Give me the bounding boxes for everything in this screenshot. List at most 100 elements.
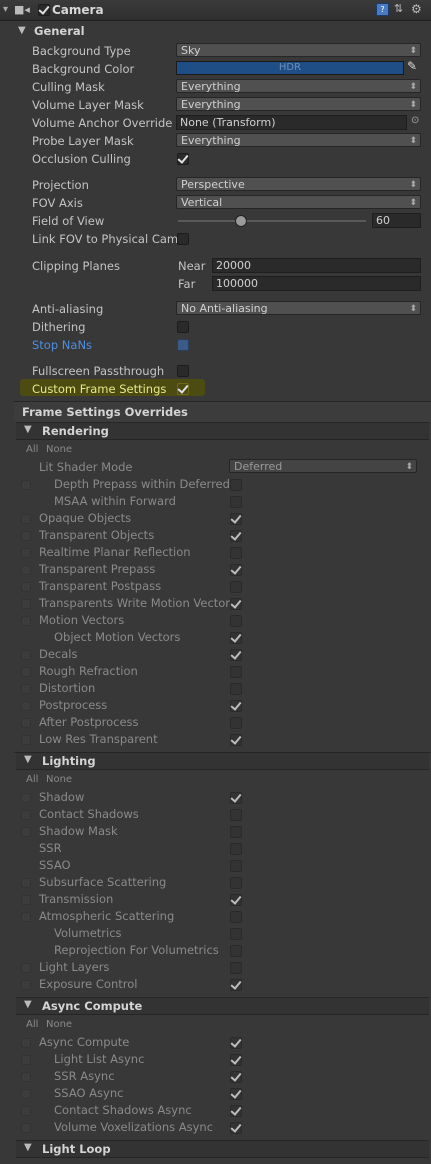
setting-checkbox[interactable]	[230, 581, 242, 593]
override-checkbox[interactable]	[21, 616, 31, 626]
projection-dropdown[interactable]: Perspective	[176, 177, 421, 192]
setting-checkbox[interactable]	[230, 877, 242, 889]
help-icon[interactable]: ?	[376, 3, 389, 16]
stop-nans-checkbox[interactable]	[177, 339, 189, 351]
override-checkbox[interactable]	[21, 1072, 31, 1082]
setting-checkbox[interactable]	[230, 683, 242, 695]
override-checkbox[interactable]	[21, 531, 31, 541]
override-checkbox[interactable]	[21, 684, 31, 694]
setting-checkbox[interactable]	[230, 513, 242, 525]
override-checkbox[interactable]	[21, 1123, 31, 1133]
rendering-none-button[interactable]: None	[46, 444, 72, 455]
override-checkbox[interactable]	[21, 718, 31, 728]
setting-checkbox[interactable]	[230, 530, 242, 542]
component-enabled-checkbox[interactable]	[38, 4, 50, 16]
override-checkbox[interactable]	[21, 565, 31, 575]
override-checkbox[interactable]	[21, 514, 31, 524]
setting-checkbox[interactable]	[230, 1071, 242, 1083]
setting-checkbox[interactable]	[230, 734, 242, 746]
preset-icon[interactable]: ⇅	[394, 2, 403, 15]
setting-checkbox[interactable]	[230, 860, 242, 872]
setting-checkbox[interactable]	[230, 632, 242, 644]
rendering-all-button[interactable]: All	[26, 444, 38, 455]
volume-layer-mask-dropdown[interactable]: Everything	[176, 97, 421, 112]
light-loop-foldout[interactable]: ▼ Light Loop	[16, 1140, 429, 1158]
dithering-checkbox[interactable]	[177, 321, 189, 333]
lighting-foldout[interactable]: ▼ Lighting	[16, 752, 429, 770]
override-checkbox[interactable]	[21, 701, 31, 711]
foldout-arrow-icon[interactable]: ▾	[3, 4, 8, 15]
setting-checkbox[interactable]	[230, 598, 242, 610]
fov-slider-track[interactable]	[178, 220, 366, 222]
far-field[interactable]: 100000	[212, 276, 421, 291]
setting-checkbox[interactable]	[230, 894, 242, 906]
override-checkbox[interactable]	[21, 827, 31, 837]
eyedropper-icon[interactable]: ✎	[407, 59, 417, 73]
setting-checkbox[interactable]	[230, 666, 242, 678]
general-foldout[interactable]: ▼ General	[16, 24, 431, 40]
lighting-all-button[interactable]: All	[26, 774, 38, 785]
override-checkbox[interactable]	[21, 1106, 31, 1116]
override-checkbox[interactable]	[21, 1089, 31, 1099]
fov-axis-dropdown[interactable]: Vertical	[176, 195, 421, 210]
background-type-dropdown[interactable]: Sky	[176, 43, 421, 58]
override-checkbox[interactable]	[21, 895, 31, 905]
fov-value-field[interactable]: 60	[372, 213, 421, 228]
override-checkbox[interactable]	[21, 582, 31, 592]
setting-checkbox[interactable]	[230, 1054, 242, 1066]
override-checkbox[interactable]	[21, 480, 31, 490]
setting-checkbox[interactable]	[230, 945, 242, 957]
lighting-none-button[interactable]: None	[46, 774, 72, 785]
override-checkbox[interactable]	[21, 735, 31, 745]
setting-checkbox[interactable]	[230, 615, 242, 627]
culling-mask-dropdown[interactable]: Everything	[176, 79, 421, 94]
override-checkbox[interactable]	[21, 878, 31, 888]
setting-checkbox[interactable]	[230, 649, 242, 661]
async-none-button[interactable]: None	[46, 1019, 72, 1030]
override-checkbox[interactable]	[21, 793, 31, 803]
setting-checkbox[interactable]	[230, 928, 242, 940]
rendering-foldout[interactable]: ▼ Rendering	[16, 422, 429, 440]
setting-checkbox[interactable]	[230, 792, 242, 804]
setting-checkbox[interactable]	[230, 826, 242, 838]
override-checkbox[interactable]	[21, 548, 31, 558]
override-checkbox[interactable]	[21, 1038, 31, 1048]
setting-checkbox[interactable]	[230, 1088, 242, 1100]
near-field[interactable]: 20000	[212, 258, 421, 273]
object-picker-icon[interactable]: ⊙	[411, 115, 419, 126]
override-checkbox[interactable]	[21, 912, 31, 922]
fullscreen-passthrough-checkbox[interactable]	[177, 365, 189, 377]
lit-shader-mode-dropdown[interactable]: Deferred	[229, 459, 417, 474]
setting-checkbox[interactable]	[230, 962, 242, 974]
setting-checkbox[interactable]	[230, 717, 242, 729]
async-all-button[interactable]: All	[26, 1019, 38, 1030]
setting-checkbox[interactable]	[230, 843, 242, 855]
override-checkbox[interactable]	[21, 963, 31, 973]
custom-frame-settings-checkbox[interactable]	[177, 383, 189, 395]
anti-aliasing-dropdown[interactable]: No Anti-aliasing	[176, 301, 421, 316]
setting-checkbox[interactable]	[230, 1105, 242, 1117]
occlusion-culling-checkbox[interactable]	[177, 153, 189, 165]
fov-slider-thumb[interactable]	[235, 215, 247, 227]
override-checkbox[interactable]	[21, 667, 31, 677]
override-checkbox[interactable]	[21, 599, 31, 609]
setting-checkbox[interactable]	[230, 547, 242, 559]
setting-checkbox[interactable]	[230, 564, 242, 576]
override-checkbox[interactable]	[21, 810, 31, 820]
setting-checkbox[interactable]	[230, 479, 242, 491]
link-fov-checkbox[interactable]	[177, 233, 189, 245]
override-checkbox[interactable]	[21, 1055, 31, 1065]
setting-checkbox[interactable]	[230, 1037, 242, 1049]
settings-gear-icon[interactable]: ⚙	[411, 2, 422, 16]
setting-checkbox[interactable]	[230, 809, 242, 821]
volume-anchor-override-field[interactable]: None (Transform)	[176, 115, 407, 130]
override-checkbox[interactable]	[21, 650, 31, 660]
setting-checkbox[interactable]	[230, 911, 242, 923]
setting-checkbox[interactable]	[230, 1122, 242, 1134]
background-color-swatch[interactable]: HDR	[176, 61, 404, 75]
setting-checkbox[interactable]	[230, 700, 242, 712]
setting-checkbox[interactable]	[230, 496, 242, 508]
async-compute-foldout[interactable]: ▼ Async Compute	[16, 997, 429, 1015]
override-checkbox[interactable]	[21, 980, 31, 990]
setting-checkbox[interactable]	[230, 979, 242, 991]
